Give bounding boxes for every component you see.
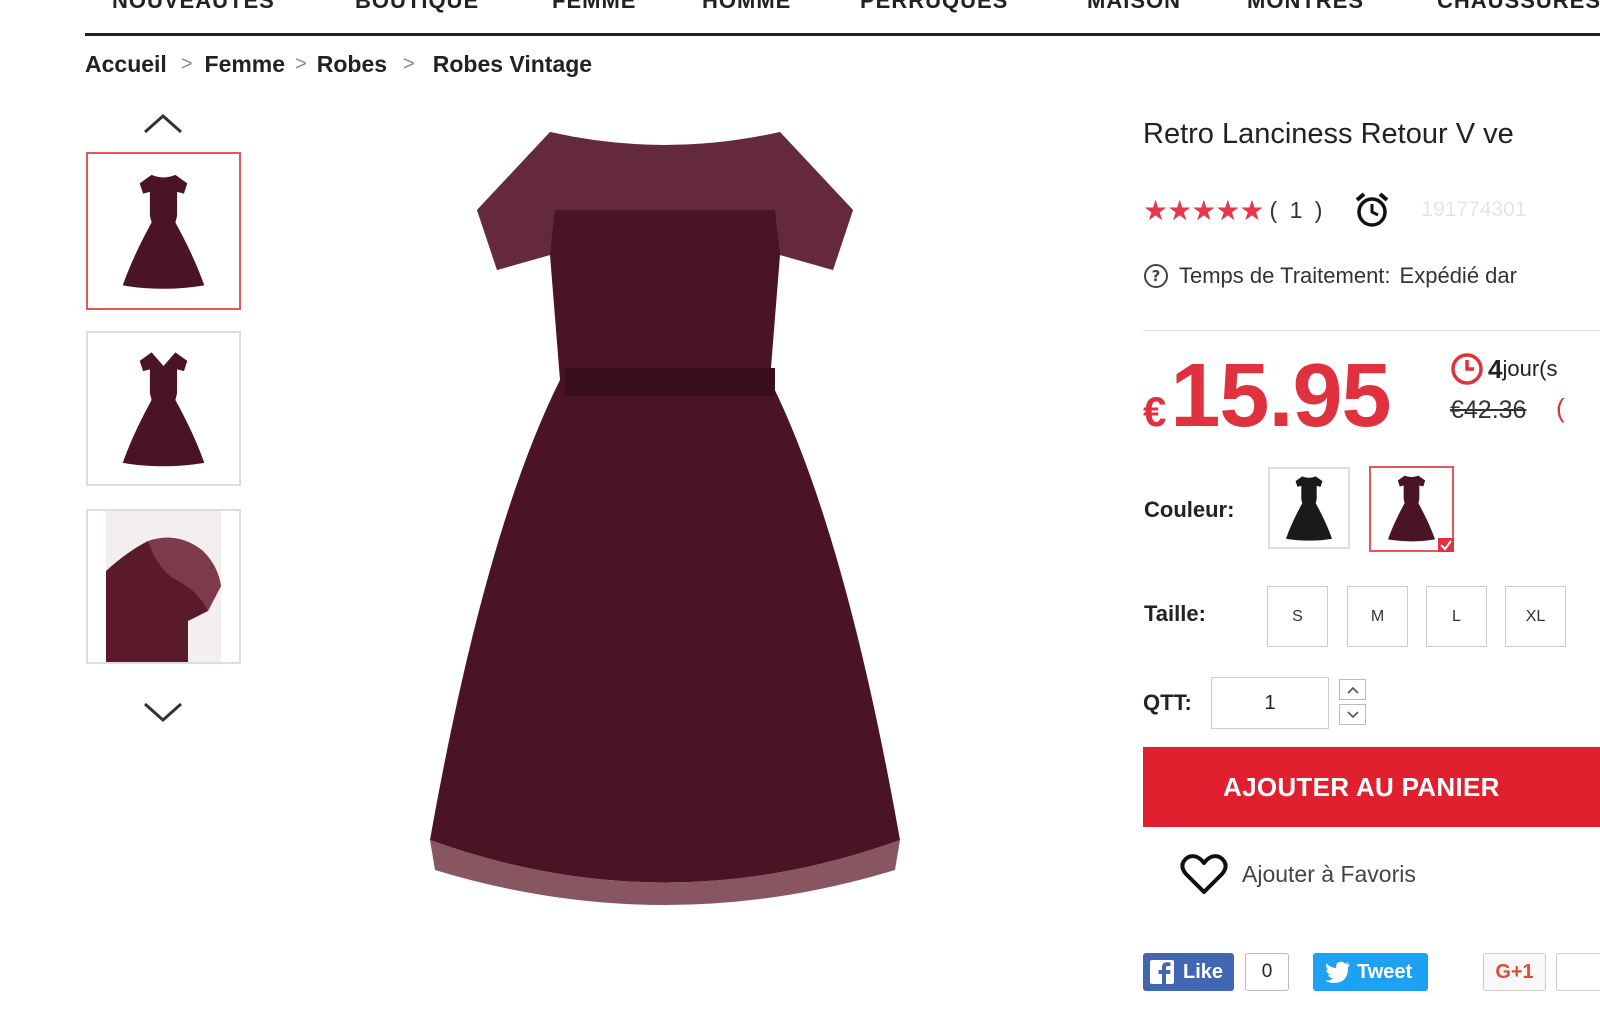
top-nav: NOUVEAUTÉS BOUTIQUE FEMME HOMME PERRUQUE… — [85, 0, 1600, 36]
google-plus-button[interactable]: G+1 — [1483, 953, 1546, 991]
qty-decrease-button[interactable] — [1339, 704, 1366, 725]
nav-item-boutique[interactable]: BOUTIQUE — [355, 0, 479, 14]
clock-icon — [1451, 353, 1483, 385]
size-option-l[interactable]: L — [1426, 586, 1487, 647]
qty-increase-button[interactable] — [1339, 679, 1366, 700]
thumbnail-front[interactable] — [86, 152, 241, 310]
chevron-down-icon[interactable] — [142, 700, 184, 724]
twitter-bird-icon — [1325, 961, 1350, 983]
discount-badge: ( — [1556, 393, 1565, 423]
help-circle-icon[interactable]: ? — [1143, 263, 1169, 289]
color-swatch-black[interactable] — [1268, 467, 1350, 549]
product-sku: 191774301 — [1421, 198, 1527, 221]
nav-item-femme[interactable]: FEMME — [552, 0, 636, 14]
nav-item-perruques[interactable]: PERRUQUES — [860, 0, 1008, 14]
size-option-m[interactable]: M — [1347, 586, 1408, 647]
facebook-like-count: 0 — [1245, 953, 1289, 991]
breadcrumb-robes[interactable]: Robes — [317, 51, 387, 78]
add-to-cart-button[interactable]: AJOUTER AU PANIER — [1143, 747, 1600, 827]
add-to-favorites[interactable]: Ajouter à Favoris — [1180, 850, 1416, 898]
breadcrumb-separator: > — [295, 52, 307, 75]
favorites-label: Ajouter à Favoris — [1242, 860, 1416, 887]
review-count[interactable]: ( 1 ) — [1270, 197, 1326, 224]
chevron-up-icon[interactable] — [142, 112, 184, 136]
breadcrumb-separator: > — [403, 52, 415, 75]
chevron-up-icon — [1346, 686, 1359, 694]
original-price: €42.36 — [1450, 396, 1527, 424]
product-price: € 15.95 — [1143, 345, 1392, 448]
dress-thumbnail-image — [122, 352, 205, 467]
price-amount: 15.95 — [1170, 346, 1391, 446]
chevron-down-icon — [1346, 710, 1359, 718]
thumbnail-back[interactable] — [86, 331, 241, 486]
processing-value: Expédié dar — [1399, 263, 1517, 288]
dress-thumbnail-image — [122, 174, 205, 289]
rating-stars[interactable]: ★★★★★ — [1143, 194, 1265, 227]
nav-item-montres[interactable]: MONTRES — [1247, 0, 1364, 14]
price-currency: € — [1143, 388, 1167, 435]
processing-label: Temps de Traitement: — [1179, 263, 1391, 288]
countdown-unit: jour(s — [1502, 356, 1558, 381]
main-product-image[interactable] — [365, 110, 975, 920]
product-title: Retro Lanciness Retour V ve — [1143, 118, 1514, 150]
nav-item-chaussures[interactable]: CHAUSSURES — [1437, 0, 1600, 14]
thumbnail-detail[interactable] — [86, 509, 241, 664]
countdown-days: 4 — [1488, 353, 1503, 384]
quantity-input[interactable] — [1211, 677, 1329, 729]
google-plus-count — [1556, 953, 1600, 991]
nav-item-maison[interactable]: MAISON — [1087, 0, 1181, 14]
color-label: Couleur: — [1144, 497, 1235, 522]
dress-main-image — [430, 132, 900, 905]
qty-label: QTT: — [1143, 690, 1192, 715]
breadcrumb-robes-vintage[interactable]: Robes Vintage — [433, 51, 592, 78]
size-label: Taille: — [1144, 601, 1206, 626]
processing-time: ? Temps de Traitement: Expédié dar — [1143, 260, 1517, 292]
breadcrumb-accueil[interactable]: Accueil — [85, 51, 167, 78]
facebook-like-label: Like — [1183, 960, 1224, 983]
nav-item-homme[interactable]: HOMME — [702, 0, 791, 14]
selected-check-icon — [1438, 538, 1454, 552]
dress-detail-image — [106, 511, 221, 662]
heart-icon — [1180, 854, 1228, 894]
size-option-s[interactable]: S — [1267, 586, 1328, 647]
breadcrumb-separator: > — [180, 52, 193, 75]
breadcrumb-femme[interactable]: Femme — [205, 51, 286, 78]
divider — [1143, 330, 1600, 331]
tweet-label: Tweet — [1357, 960, 1413, 983]
svg-text:?: ? — [1152, 267, 1161, 285]
alarm-clock-icon — [1356, 192, 1389, 227]
tweet-button[interactable]: Tweet — [1313, 953, 1428, 991]
color-swatch-burgundy[interactable] — [1369, 466, 1454, 552]
rating-row: ★★★★★ ( 1 ) 191774301 — [1143, 190, 1527, 230]
nav-item-nouveautes[interactable]: NOUVEAUTÉS — [112, 0, 275, 14]
breadcrumb: Accueil > Femme > Robes > Robes Vintage — [85, 48, 592, 80]
facebook-like-button[interactable]: Like — [1143, 953, 1234, 991]
sale-countdown: 4 jour(s — [1450, 352, 1557, 386]
dress-black-image — [1285, 476, 1333, 541]
facebook-icon — [1150, 960, 1174, 984]
size-option-xl[interactable]: XL — [1505, 586, 1566, 647]
